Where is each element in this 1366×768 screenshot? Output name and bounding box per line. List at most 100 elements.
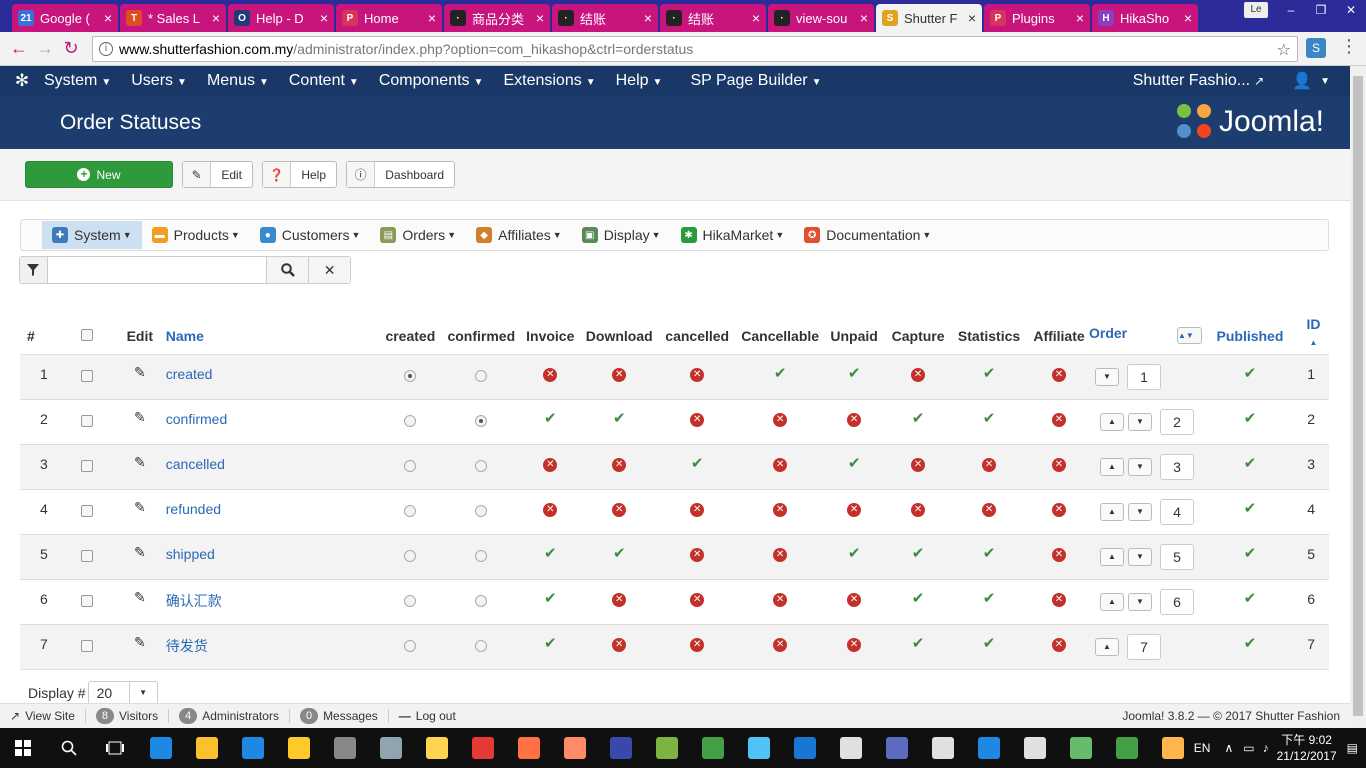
nav-sp-page-builder[interactable]: SP Page Builder ▼ <box>690 72 821 90</box>
cross-icon[interactable]: ✕ <box>612 502 627 517</box>
administrators-link[interactable]: 4 Administrators <box>179 708 279 724</box>
order-input[interactable]: 6 <box>1160 588 1194 615</box>
published-check-icon[interactable]: ✔ <box>1244 455 1257 472</box>
status-name-link[interactable]: created <box>165 354 376 400</box>
chevron-up-icon[interactable]: ∧ <box>1224 741 1233 755</box>
taskbar-app-icon[interactable] <box>598 728 644 768</box>
taskbar-app-icon[interactable] <box>644 728 690 768</box>
move-up-icon[interactable]: ▲ <box>1100 502 1124 521</box>
tab-close-icon[interactable]: × <box>428 10 436 26</box>
hikamenu-system[interactable]: ✚ System ▼ <box>42 221 142 249</box>
confirmed-radio[interactable] <box>475 459 488 472</box>
move-down-icon[interactable]: ▼ <box>1094 367 1119 386</box>
created-radio[interactable] <box>404 549 417 562</box>
published-check-icon[interactable]: ✔ <box>1244 500 1257 517</box>
browser-tab[interactable]: O Help - D × <box>228 4 334 32</box>
published-check-icon[interactable]: ✔ <box>1244 635 1257 652</box>
info-icon[interactable]: i <box>99 42 113 56</box>
cross-icon[interactable]: ✕ <box>1052 367 1066 382</box>
pencil-icon[interactable]: ✎ <box>134 544 146 560</box>
row-checkbox[interactable] <box>80 504 93 517</box>
cross-icon[interactable]: ✕ <box>773 502 788 517</box>
save-order-icon[interactable]: ▲▼ <box>1177 326 1202 344</box>
new-button[interactable]: + New <box>25 161 173 188</box>
clock[interactable]: 下午 9:02 21/12/2017 <box>1277 732 1337 764</box>
taskbar-app-icon[interactable] <box>322 728 368 768</box>
pencil-icon[interactable]: ✎ <box>134 634 146 650</box>
order-input[interactable]: 4 <box>1160 498 1194 525</box>
browser-tab[interactable]: · 结账 × <box>552 4 658 32</box>
created-radio[interactable] <box>404 369 417 382</box>
messages-link[interactable]: 0 Messages <box>299 708 378 724</box>
pencil-icon[interactable]: ✎ <box>134 499 146 515</box>
created-radio[interactable] <box>404 639 417 652</box>
display-select[interactable]: 20 ▼ <box>87 681 158 705</box>
pencil-icon[interactable]: ✎ <box>134 364 146 380</box>
created-radio[interactable] <box>404 504 417 517</box>
published-check-icon[interactable]: ✔ <box>1244 545 1257 562</box>
check-all-checkbox[interactable] <box>80 328 93 341</box>
browser-menu-icon[interactable]: ⋮ <box>1340 36 1358 57</box>
col-order[interactable]: Order ▲▼ <box>1088 310 1202 355</box>
taskbar-app-icon[interactable] <box>460 728 506 768</box>
cross-icon[interactable]: ✕ <box>1052 547 1066 562</box>
taskbar-app-icon[interactable] <box>138 728 184 768</box>
check-icon[interactable]: ✔ <box>691 455 704 472</box>
status-name-link[interactable]: refunded <box>165 489 376 535</box>
clear-button[interactable]: ✕ <box>308 257 351 283</box>
cross-icon[interactable]: ✕ <box>690 592 705 607</box>
taskbar-app-icon[interactable] <box>414 728 460 768</box>
notifications-icon[interactable]: ▤ <box>1347 741 1358 755</box>
check-icon[interactable]: ✔ <box>544 410 557 427</box>
nav-users[interactable]: Users ▼ <box>131 72 187 90</box>
check-icon[interactable]: ✔ <box>983 365 996 382</box>
check-icon[interactable]: ✔ <box>848 455 861 472</box>
check-icon[interactable]: ✔ <box>912 410 925 427</box>
col-id[interactable]: ID ▲ <box>1297 310 1329 355</box>
hikamenu-display[interactable]: ▣ Display ▼ <box>572 221 671 249</box>
check-icon[interactable]: ✔ <box>983 590 996 607</box>
row-checkbox[interactable] <box>80 549 93 562</box>
check-icon[interactable]: ✔ <box>544 545 557 562</box>
move-up-icon[interactable]: ▲ <box>1094 637 1119 656</box>
cross-icon[interactable]: ✕ <box>911 457 926 472</box>
cross-icon[interactable]: ✕ <box>612 367 627 382</box>
move-down-icon[interactable]: ▼ <box>1128 502 1152 521</box>
pencil-icon[interactable]: ✎ <box>134 589 146 605</box>
check-icon[interactable]: ✔ <box>774 365 787 382</box>
browser-tab[interactable]: T * Sales L × <box>120 4 226 32</box>
cross-icon[interactable]: ✕ <box>690 412 705 427</box>
cross-icon[interactable]: ✕ <box>847 637 862 652</box>
status-name-link[interactable]: confirmed <box>165 399 376 445</box>
cross-icon[interactable]: ✕ <box>1052 592 1066 607</box>
maximize-button[interactable]: ❐ <box>1306 0 1336 20</box>
hikamenu-customers[interactable]: ● Customers ▼ <box>250 221 371 249</box>
user-icon[interactable]: 👤 <box>1292 71 1312 91</box>
volume-icon[interactable]: ♪ <box>1263 741 1269 755</box>
tab-close-icon[interactable]: × <box>536 10 544 26</box>
confirmed-radio[interactable] <box>475 594 488 607</box>
move-up-icon[interactable]: ▲ <box>1100 592 1124 611</box>
order-input[interactable]: 2 <box>1160 408 1194 435</box>
confirmed-radio[interactable] <box>475 504 488 517</box>
browser-tab[interactable]: S Shutter F × <box>876 4 982 32</box>
taskbar-app-icon[interactable] <box>230 728 276 768</box>
site-name-link[interactable]: Shutter Fashio... <box>1133 72 1250 90</box>
cross-icon[interactable]: ✕ <box>612 457 627 472</box>
url-input[interactable]: i www.shutterfashion.com.my/administrato… <box>92 36 1298 62</box>
check-icon[interactable]: ✔ <box>912 635 925 652</box>
move-up-icon[interactable]: ▲ <box>1100 412 1124 431</box>
forward-icon[interactable]: → <box>32 38 58 59</box>
check-icon[interactable]: ✔ <box>848 365 861 382</box>
network-icon[interactable]: ▭ <box>1243 741 1254 755</box>
check-icon[interactable]: ✔ <box>613 410 626 427</box>
taskbar-app-icon[interactable] <box>368 728 414 768</box>
taskbar-app-icon[interactable] <box>874 728 920 768</box>
check-icon[interactable]: ✔ <box>983 410 996 427</box>
nav-menus[interactable]: Menus ▼ <box>207 72 269 90</box>
browser-tab[interactable]: · 结账 × <box>660 4 766 32</box>
cross-icon[interactable]: ✕ <box>612 592 627 607</box>
minimize-button[interactable]: – <box>1276 0 1306 20</box>
back-icon[interactable]: ← <box>6 38 32 59</box>
confirmed-radio[interactable] <box>475 639 488 652</box>
